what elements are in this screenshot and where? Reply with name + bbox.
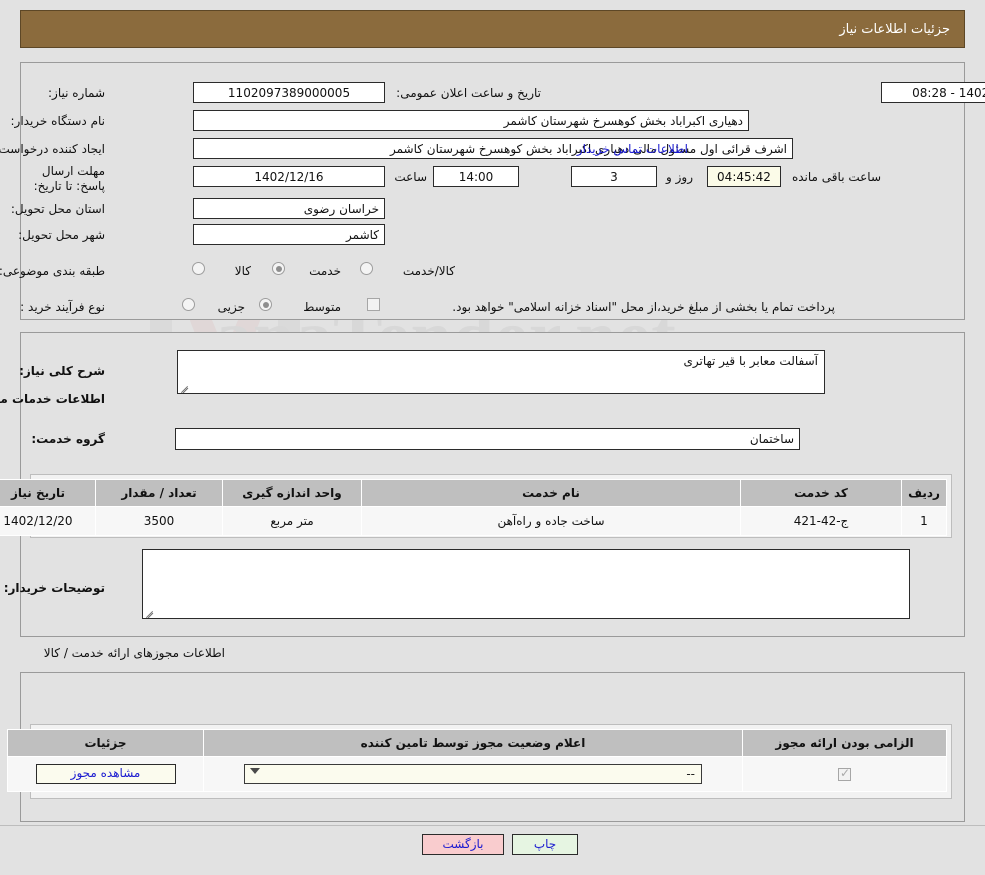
radio-category-khedmat[interactable] [272, 262, 285, 275]
purchase-type-label: نوع فرآیند خرید : [20, 300, 105, 314]
permits-section-caption: اطلاعات مجوزهای ارائه خدمت / کالا [43, 646, 225, 660]
permit-required-checkbox [838, 766, 851, 781]
cell-need-date: 1402/12/20 [0, 506, 96, 536]
col-permit-required: الزامی بودن ارائه مجوز [742, 729, 947, 757]
permit-status-dropdown[interactable]: -- [244, 764, 702, 784]
table-row: 1 ج-42-421 ساخت جاده و راه‌آهن متر مربع … [0, 506, 947, 536]
col-quantity: تعداد / مقدار [95, 479, 223, 507]
deadline-hour-value: 14:00 [433, 166, 519, 187]
table-row: -- مشاهده مجوز [7, 756, 947, 792]
buyer-org-label: نام دستگاه خریدار: [10, 114, 106, 128]
buyer-org-value: دهیاری اکبراباد بخش کوهسرخ شهرستان کاشمر [193, 110, 749, 131]
radio-purchase-motavaset-label: متوسط [303, 300, 341, 314]
resize-grip-icon[interactable] [180, 382, 190, 393]
footer-divider [0, 825, 985, 826]
city-label: شهر محل تحویل: [18, 228, 105, 242]
radio-purchase-jozei-label: جزیی [217, 300, 245, 314]
countdown-timer: 04:45:42 [707, 166, 781, 187]
cell-permit-details: مشاهده مجوز [7, 756, 204, 792]
cell-quantity: 3500 [95, 506, 223, 536]
radio-purchase-jozei[interactable] [182, 298, 195, 311]
col-permit-status: اعلام وضعیت مجوز توسط تامین کننده [203, 729, 743, 757]
col-unit: واحد اندازه گیری [222, 479, 362, 507]
province-value: خراسان رضوی [193, 198, 385, 219]
category-label: طبقه بندی موضوعی: [0, 264, 105, 278]
radio-category-khedmat-label: خدمت [309, 264, 341, 278]
need-number-value: 1102097389000005 [193, 82, 385, 103]
deadline-hour-label: ساعت [394, 170, 427, 184]
page-title: جزئیات اطلاعات نیاز [839, 22, 950, 37]
buyer-notes-label: توضیحات خریدار: [3, 581, 105, 595]
creator-value: اشرف قرائی اول مسئول مالی دهیاری اکبرابا… [193, 138, 793, 159]
page-header-bar: جزئیات اطلاعات نیاز [20, 10, 965, 48]
services-table-header-row: ردیف کد خدمت نام خدمت واحد اندازه گیری ت… [0, 479, 947, 507]
col-name: نام خدمت [361, 479, 741, 507]
countdown-label: ساعت باقی مانده [791, 170, 881, 184]
cell-permit-status: -- [203, 756, 743, 792]
radio-category-kala-label: کالا [234, 264, 251, 278]
chevron-down-icon [250, 768, 260, 774]
general-desc-label: شرح کلی نیاز: [19, 364, 105, 378]
treasury-bonds-label: پرداخت تمام یا بخشی از مبلغ خرید،از محل … [452, 300, 835, 314]
cell-permit-required [742, 756, 947, 792]
treasury-bonds-checkbox[interactable] [367, 298, 380, 311]
permits-table-header-row: الزامی بودن ارائه مجوز اعلام وضعیت مجوز … [7, 729, 947, 757]
deadline-label: مهلت ارسال پاسخ: تا تاریخ: [33, 164, 105, 193]
col-permit-details: جزئیات [7, 729, 204, 757]
remaining-days-value: 3 [571, 166, 657, 187]
buyer-contact-link[interactable]: اطلاعات تماس خریدار [577, 142, 688, 156]
page-root: anaTender.net جزئیات اطلاعات نیاز شماره … [0, 0, 985, 875]
remaining-days-label: روز و [666, 170, 693, 184]
city-value: کاشمر [193, 224, 385, 245]
cell-unit: متر مربع [222, 506, 362, 536]
need-number-label: شماره نیاز: [48, 86, 105, 100]
general-desc-textarea[interactable]: آسفالت معابر با قیر تهاتری [177, 350, 825, 394]
buyer-notes-textarea[interactable] [142, 549, 910, 619]
service-group-value: ساختمان [175, 428, 800, 450]
col-need-date: تاریخ نیاز [0, 479, 96, 507]
need-summary-panel [20, 62, 965, 320]
print-button[interactable]: چاپ [512, 834, 578, 855]
cell-code: ج-42-421 [740, 506, 902, 536]
cell-name: ساخت جاده و راه‌آهن [361, 506, 741, 536]
announce-datetime-label: تاریخ و ساعت اعلان عمومی: [396, 86, 541, 100]
permit-status-value: -- [686, 767, 695, 781]
announce-datetime-value: 1402/12/13 - 08:28 [881, 82, 985, 103]
resize-grip-icon[interactable] [145, 607, 155, 618]
service-group-label: گروه خدمت: [31, 432, 105, 446]
back-button[interactable]: بازگشت [422, 834, 504, 855]
services-table: ردیف کد خدمت نام خدمت واحد اندازه گیری ت… [0, 479, 947, 536]
radio-category-kala-khedmat[interactable] [360, 262, 373, 275]
radio-category-kala[interactable] [192, 262, 205, 275]
cell-radif: 1 [901, 506, 947, 536]
permits-table: الزامی بودن ارائه مجوز اعلام وضعیت مجوز … [7, 729, 947, 792]
province-label: استان محل تحویل: [10, 202, 105, 216]
view-permit-button[interactable]: مشاهده مجوز [35, 764, 176, 784]
col-radif: ردیف [901, 479, 947, 507]
radio-purchase-motavaset[interactable] [259, 298, 272, 311]
creator-label: ایجاد کننده درخواست: [0, 142, 105, 156]
general-desc-value: آسفالت معابر با قیر تهاتری [683, 354, 818, 368]
deadline-date-value: 1402/12/16 [193, 166, 385, 187]
services-info-caption: اطلاعات خدمات مورد نیاز [0, 392, 105, 406]
radio-category-kala-khedmat-label: کالا/خدمت [402, 264, 455, 278]
col-code: کد خدمت [740, 479, 902, 507]
